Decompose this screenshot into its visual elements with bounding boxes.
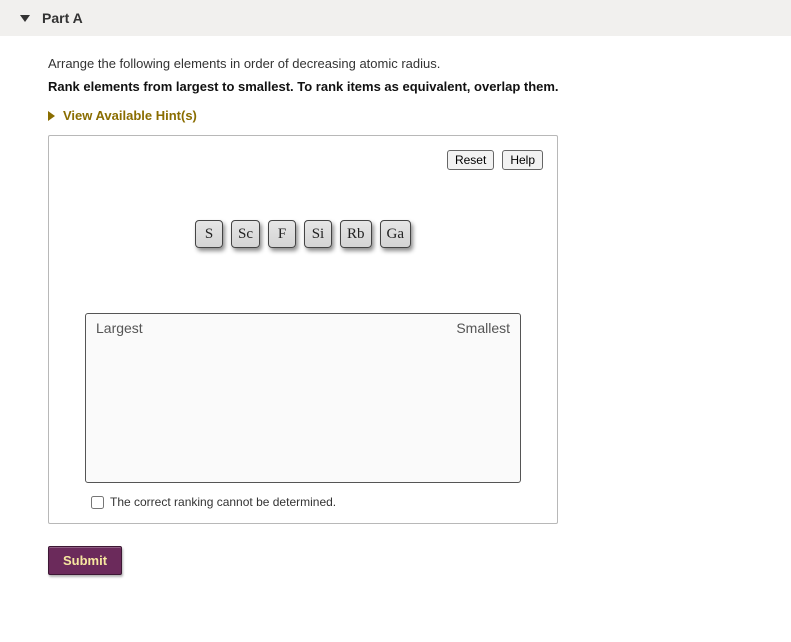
ranking-dropzone[interactable]: Largest Smallest (85, 313, 521, 483)
element-tile[interactable]: F (268, 220, 296, 248)
dropzone-left-label: Largest (96, 320, 143, 336)
element-tile[interactable]: Sc (231, 220, 260, 248)
cannot-determine-checkbox[interactable] (91, 496, 104, 509)
part-title: Part A (42, 10, 83, 26)
ranking-workspace: Reset Help S Sc F Si Rb Ga Largest Small… (48, 135, 558, 524)
caret-right-icon (48, 111, 55, 121)
hints-toggle[interactable]: View Available Hint(s) (48, 108, 771, 123)
cannot-determine-label: The correct ranking cannot be determined… (110, 495, 336, 509)
caret-down-icon (20, 15, 30, 22)
cannot-determine-row[interactable]: The correct ranking cannot be determined… (91, 495, 543, 509)
element-tile[interactable]: S (195, 220, 223, 248)
hints-label: View Available Hint(s) (63, 108, 197, 123)
instruction-text: Arrange the following elements in order … (48, 56, 771, 71)
part-header[interactable]: Part A (0, 0, 791, 36)
dropzone-right-label: Smallest (456, 320, 510, 336)
submit-button[interactable]: Submit (48, 546, 122, 575)
help-button[interactable]: Help (502, 150, 543, 170)
workspace-toolbar: Reset Help (63, 150, 543, 170)
element-tile[interactable]: Si (304, 220, 332, 248)
element-tile[interactable]: Ga (380, 220, 412, 248)
element-tile[interactable]: Rb (340, 220, 372, 248)
tiles-row: S Sc F Si Rb Ga (63, 220, 543, 248)
ranking-instruction: Rank elements from largest to smallest. … (48, 79, 771, 94)
content-area: Arrange the following elements in order … (0, 36, 791, 595)
reset-button[interactable]: Reset (447, 150, 494, 170)
